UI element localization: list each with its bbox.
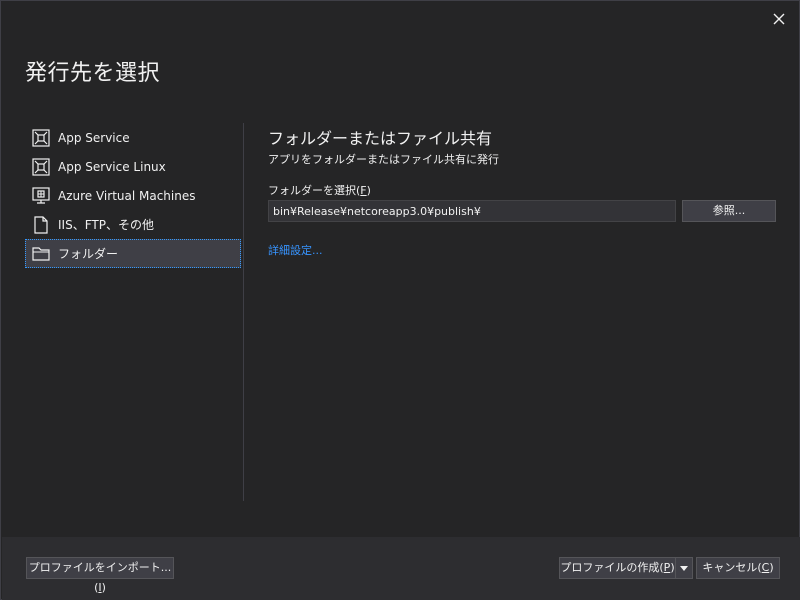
folder-path-input[interactable] — [268, 200, 676, 222]
dialog-footer: プロファイルをインポート...(I) プロファイルの作成(P) キャンセル(C) — [2, 537, 800, 600]
sidebar-item-app-service[interactable]: App Service — [25, 123, 241, 152]
folder-field-label: フォルダーを選択(F) — [268, 184, 371, 197]
sidebar-item-azure-vm[interactable]: Azure Virtual Machines — [25, 181, 241, 210]
folder-target-panel: フォルダーまたはファイル共有 アプリをフォルダーまたはファイル共有に発行 フォル… — [268, 125, 778, 257]
publish-target-dialog: 発行先を選択 App Service App Service Linux Azu… — [0, 0, 800, 600]
dialog-title: 発行先を選択 — [25, 61, 161, 86]
panel-subtitle: アプリをフォルダーまたはファイル共有に発行 — [268, 153, 499, 166]
app-service-linux-icon — [32, 157, 50, 176]
document-icon — [32, 215, 50, 234]
app-service-icon — [32, 128, 50, 147]
sidebar-item-label: フォルダー — [58, 247, 119, 261]
sidebar-item-label: App Service Linux — [58, 159, 166, 174]
sidebar-item-iis-ftp[interactable]: IIS、FTP、その他 — [25, 210, 241, 239]
sidebar-item-label: Azure Virtual Machines — [58, 188, 196, 203]
target-list: App Service App Service Linux Azure Virt… — [25, 123, 245, 501]
sidebar-divider — [243, 123, 244, 501]
sidebar-item-label: IIS、FTP、その他 — [58, 218, 154, 232]
cancel-button[interactable]: キャンセル(C) — [696, 557, 780, 579]
folder-icon — [32, 245, 50, 263]
create-profile-dropdown-button[interactable] — [675, 557, 693, 579]
import-profile-button[interactable]: プロファイルをインポート...(I) — [26, 557, 174, 594]
sidebar-item-app-service-linux[interactable]: App Service Linux — [25, 152, 241, 181]
panel-title: フォルダーまたはファイル共有 — [268, 129, 493, 148]
browse-button[interactable]: 参照... — [682, 200, 776, 222]
sidebar-item-label: App Service — [58, 130, 130, 145]
close-button[interactable] — [767, 9, 791, 29]
advanced-settings-link[interactable]: 詳細設定... — [268, 242, 323, 258]
chevron-down-icon — [680, 566, 688, 571]
virtual-machine-icon — [32, 186, 50, 205]
sidebar-item-folder[interactable]: フォルダー — [25, 239, 241, 268]
create-profile-button[interactable]: プロファイルの作成(P) — [559, 557, 676, 579]
close-icon — [773, 13, 785, 25]
